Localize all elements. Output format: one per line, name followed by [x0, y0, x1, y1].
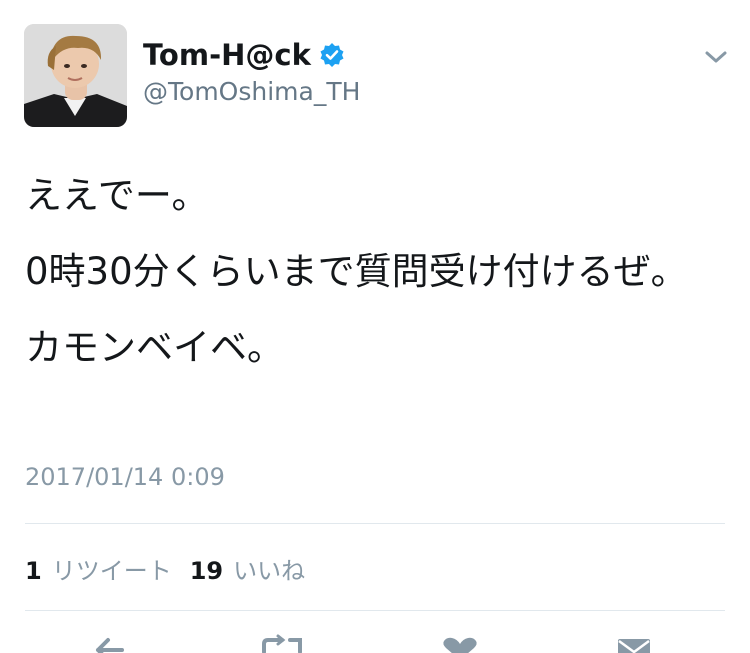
retweet-icon[interactable]: [260, 630, 304, 653]
heart-icon[interactable]: [438, 630, 482, 653]
like-label[interactable]: いいね: [233, 551, 305, 586]
tweet-detail: Tom-H@ck @TomOshima_TH ええでー。 0時30分くらいまで質…: [0, 0, 750, 653]
tweet-line: ええでー。: [25, 174, 209, 217]
user-handle[interactable]: @TomOshima_TH: [143, 77, 360, 106]
like-count[interactable]: 19: [190, 557, 223, 585]
action-bar: [0, 630, 750, 653]
tweet-timestamp[interactable]: 2017/01/14 0:09: [25, 463, 225, 491]
tweet-text: ええでー。 0時30分くらいまで質問受け付けるぜ。 カモンベイベ。: [25, 168, 725, 396]
divider: [25, 610, 725, 611]
retweet-count[interactable]: 1: [25, 557, 42, 585]
reply-icon[interactable]: [90, 630, 134, 653]
display-name-text: Tom-H@ck: [143, 38, 311, 72]
mail-icon[interactable]: [612, 630, 656, 653]
divider: [25, 523, 725, 524]
retweet-label[interactable]: リツイート: [52, 551, 172, 586]
avatar[interactable]: [24, 24, 127, 127]
verified-badge-icon: [319, 42, 345, 68]
display-name[interactable]: Tom-H@ck: [143, 38, 345, 72]
tweet-line: カモンベイベ。: [25, 326, 284, 369]
tweet-stats: 1 リツイート 19 いいね: [25, 551, 323, 586]
chevron-down-icon[interactable]: [704, 48, 728, 66]
tweet-line: 0時30分くらいまで質問受け付けるぜ。: [25, 250, 688, 293]
